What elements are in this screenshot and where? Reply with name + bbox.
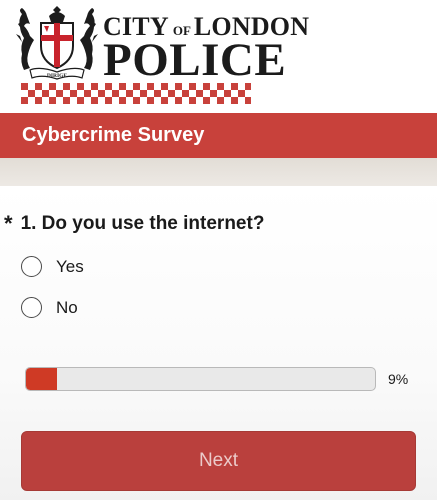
- radio-unchecked-icon[interactable]: [21, 297, 42, 318]
- checkerboard-band: [21, 83, 251, 104]
- required-marker: *: [4, 211, 13, 236]
- progress-bar: [25, 367, 376, 391]
- radio-unchecked-icon[interactable]: [21, 256, 42, 277]
- logo-police: POLICE: [103, 34, 287, 86]
- crest-motto: DIRIGE: [47, 73, 68, 79]
- city-of-london-crest-icon: DIRIGE: [16, 6, 98, 80]
- option-label[interactable]: Yes: [56, 257, 84, 277]
- option-no[interactable]: No: [21, 297, 78, 318]
- title-bar: Cybercrime Survey: [0, 113, 437, 158]
- question-text: 1. Do you use the internet?: [20, 213, 265, 234]
- page-title: Cybercrime Survey: [22, 124, 205, 146]
- option-label[interactable]: No: [56, 298, 78, 318]
- next-button[interactable]: Next: [21, 431, 416, 491]
- header-divider: [0, 158, 437, 186]
- progress-percent: 9%: [388, 371, 409, 387]
- site-header: DIRIGE CITY OF LONDON POLICE: [0, 0, 437, 113]
- progress-fill: [26, 368, 58, 390]
- option-yes[interactable]: Yes: [21, 256, 84, 277]
- question-heading: * 1. Do you use the internet?: [4, 213, 264, 235]
